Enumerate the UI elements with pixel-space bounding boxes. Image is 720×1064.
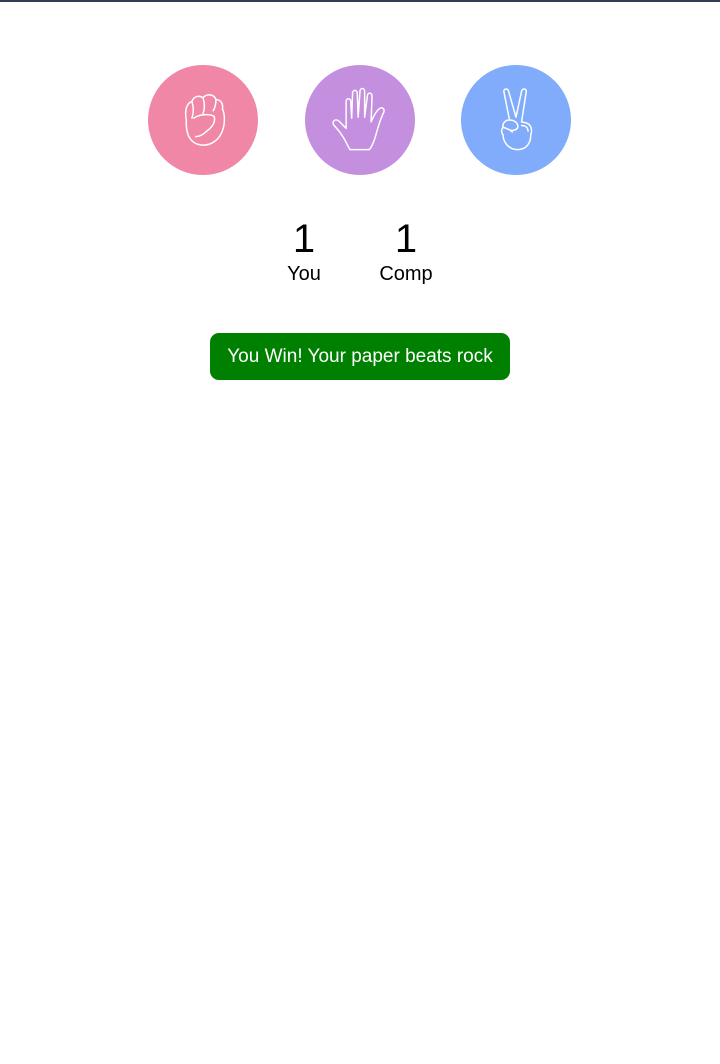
computer-score: 1 Comp bbox=[356, 216, 456, 286]
rock-button[interactable] bbox=[148, 65, 258, 175]
computer-score-value: 1 bbox=[394, 217, 418, 261]
player-score: 1 You bbox=[254, 216, 354, 286]
computer-score-label: Comp bbox=[379, 263, 433, 285]
open-hand-icon bbox=[332, 87, 385, 151]
result-message: You Win! Your paper beats rock bbox=[210, 333, 510, 380]
scissors-button[interactable] bbox=[461, 65, 571, 175]
fist-icon bbox=[184, 94, 226, 146]
paper-button[interactable] bbox=[305, 65, 415, 175]
top-bar-line bbox=[0, 0, 720, 2]
victory-hand-icon bbox=[500, 88, 533, 151]
player-score-label: You bbox=[287, 263, 321, 285]
choice-buttons bbox=[0, 65, 720, 175]
player-score-value: 1 bbox=[292, 217, 316, 261]
